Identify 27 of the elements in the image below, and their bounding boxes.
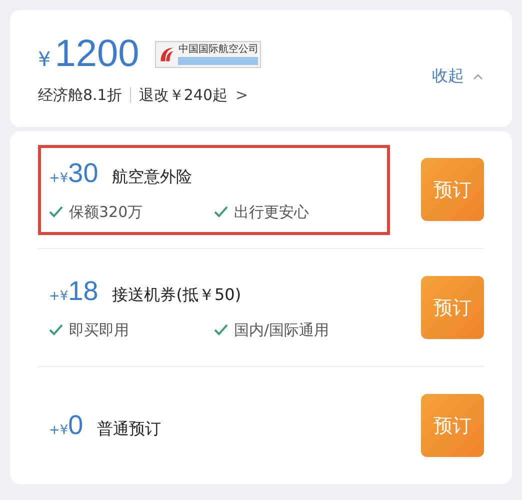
currency-symbol: ¥ bbox=[38, 47, 51, 71]
check-icon bbox=[49, 324, 63, 336]
option-price: 30 bbox=[68, 158, 98, 188]
check-icon bbox=[214, 206, 228, 218]
fare-price: 1200 bbox=[54, 32, 140, 76]
option-price: 18 bbox=[68, 276, 98, 306]
collapse-toggle[interactable]: 收起 bbox=[432, 66, 484, 87]
check-icon bbox=[49, 206, 63, 218]
cabin-discount: 经济舱8.1折 bbox=[38, 86, 122, 104]
check-icon bbox=[214, 324, 228, 336]
airline-name: 中国国际航空公司 bbox=[178, 44, 258, 54]
feature-text: 出行更安心 bbox=[234, 202, 309, 222]
option-title: 普通预订 bbox=[97, 419, 162, 440]
price-prefix: +¥ bbox=[49, 288, 68, 304]
refund-link[interactable]: 退改￥240起 > bbox=[138, 86, 248, 104]
feature-text: 国内/国际通用 bbox=[234, 320, 330, 340]
book-button[interactable]: 预订 bbox=[421, 276, 484, 339]
price-prefix: +¥ bbox=[49, 423, 68, 438]
option-title: 航空意外险 bbox=[112, 166, 192, 188]
book-button[interactable]: 预订 bbox=[421, 158, 484, 221]
option-title: 接送机券(抵￥50) bbox=[112, 284, 242, 306]
price-prefix: +¥ bbox=[49, 170, 68, 186]
feature-text: 保额320万 bbox=[69, 202, 143, 222]
book-button[interactable]: 预订 bbox=[421, 394, 484, 457]
feature-text: 即买即用 bbox=[69, 320, 129, 340]
option-price: 0 bbox=[68, 410, 84, 441]
caret-icon bbox=[472, 72, 484, 80]
